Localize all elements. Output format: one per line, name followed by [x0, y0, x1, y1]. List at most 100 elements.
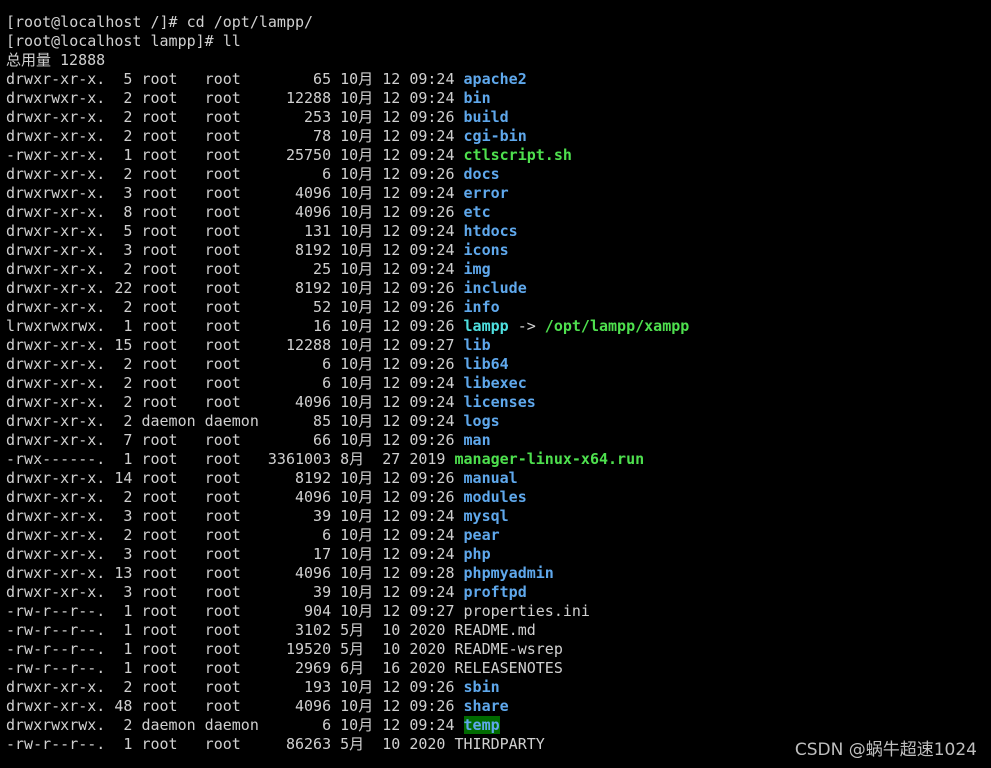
listing-row: drwxr-xr-x. 48 root root 4096 10月 12 09:… — [6, 697, 991, 716]
file-name: cgi-bin — [463, 127, 527, 145]
file-name: proftpd — [463, 583, 527, 601]
listing-row: -rw-r--r--. 1 root root 3102 5月 10 2020 … — [6, 621, 991, 640]
file-name: error — [463, 184, 509, 202]
listing-row: -rwx------. 1 root root 3361003 8月 27 20… — [6, 450, 991, 469]
file-meta: drwxr-xr-x. 3 root root 39 10月 12 09:24 — [6, 583, 464, 601]
file-name: properties.ini — [463, 602, 590, 620]
listing-row: -rw-r--r--. 1 root root 2969 6月 16 2020 … — [6, 659, 991, 678]
file-meta: drwxrwxr-x. 3 root root 4096 10月 12 09:2… — [6, 184, 464, 202]
file-name: mysql — [463, 507, 509, 525]
listing-row: drwxrwxrwx. 2 daemon daemon 6 10月 12 09:… — [6, 716, 991, 735]
file-meta: drwxr-xr-x. 8 root root 4096 10月 12 09:2… — [6, 203, 464, 221]
listing-row: drwxr-xr-x. 3 root root 8192 10月 12 09:2… — [6, 241, 991, 260]
listing-row: drwxr-xr-x. 2 root root 253 10月 12 09:26… — [6, 108, 991, 127]
file-name: icons — [463, 241, 509, 259]
file-name: etc — [463, 203, 491, 221]
file-meta: drwxr-xr-x. 2 root root 193 10月 12 09:26 — [6, 678, 464, 696]
file-name: RELEASENOTES — [454, 659, 563, 677]
file-name: bin — [463, 89, 491, 107]
listing-row: drwxr-xr-x. 7 root root 66 10月 12 09:26 … — [6, 431, 991, 450]
file-meta: -rwxr-xr-x. 1 root root 25750 10月 12 09:… — [6, 146, 464, 164]
file-name: lib — [463, 336, 491, 354]
file-name: sbin — [463, 678, 500, 696]
file-meta: -rwx------. 1 root root 3361003 8月 27 20… — [6, 450, 455, 468]
symlink-arrow: -> — [508, 317, 545, 335]
file-meta: drwxr-xr-x. 2 root root 25 10月 12 09:24 — [6, 260, 464, 278]
file-meta: drwxr-xr-x. 22 root root 8192 10月 12 09:… — [6, 279, 464, 297]
listing-row: -rwxr-xr-x. 1 root root 25750 10月 12 09:… — [6, 146, 991, 165]
listing-row: drwxr-xr-x. 2 root root 4096 10月 12 09:2… — [6, 393, 991, 412]
file-name: logs — [463, 412, 500, 430]
listing-row: drwxr-xr-x. 3 root root 39 10月 12 09:24 … — [6, 507, 991, 526]
file-name: man — [463, 431, 491, 449]
file-name: THIRDPARTY — [454, 735, 545, 753]
file-meta: drwxr-xr-x. 14 root root 8192 10月 12 09:… — [6, 469, 464, 487]
file-name: lampp — [463, 317, 509, 335]
file-name: temp — [463, 716, 500, 734]
file-meta: drwxrwxr-x. 2 root root 12288 10月 12 09:… — [6, 89, 464, 107]
file-meta: drwxr-xr-x. 2 root root 78 10月 12 09:24 — [6, 127, 464, 145]
listing-row: lrwxrwxrwx. 1 root root 16 10月 12 09:26 … — [6, 317, 991, 336]
file-meta: drwxr-xr-x. 5 root root 131 10月 12 09:24 — [6, 222, 464, 240]
file-name: build — [463, 108, 509, 126]
file-meta: drwxr-xr-x. 13 root root 4096 10月 12 09:… — [6, 564, 464, 582]
file-name: htdocs — [463, 222, 518, 240]
file-meta: -rw-r--r--. 1 root root 2969 6月 16 2020 — [6, 659, 455, 677]
directory-listing: drwxr-xr-x. 5 root root 65 10月 12 09:24 … — [6, 70, 991, 754]
file-meta: drwxr-xr-x. 5 root root 65 10月 12 09:24 — [6, 70, 464, 88]
listing-row: drwxr-xr-x. 3 root root 39 10月 12 09:24 … — [6, 583, 991, 602]
file-name: manual — [463, 469, 518, 487]
file-name: pear — [463, 526, 500, 544]
file-name: apache2 — [463, 70, 527, 88]
file-name: php — [463, 545, 491, 563]
watermark: CSDN @蜗牛超速1024 — [794, 740, 977, 760]
file-name: include — [463, 279, 527, 297]
file-meta: -rw-r--r--. 1 root root 19520 5月 10 2020 — [6, 640, 455, 658]
file-meta: drwxr-xr-x. 7 root root 66 10月 12 09:26 — [6, 431, 464, 449]
symlink-target: /opt/lampp/xampp — [544, 317, 690, 335]
file-meta: drwxr-xr-x. 2 root root 6 10月 12 09:26 — [6, 165, 464, 183]
listing-row: drwxr-xr-x. 15 root root 12288 10月 12 09… — [6, 336, 991, 355]
file-name: manager-linux-x64.run — [454, 450, 645, 468]
listing-row: drwxr-xr-x. 22 root root 8192 10月 12 09:… — [6, 279, 991, 298]
listing-row: -rw-r--r--. 1 root root 19520 5月 10 2020… — [6, 640, 991, 659]
listing-row: drwxr-xr-x. 2 root root 193 10月 12 09:26… — [6, 678, 991, 697]
listing-row: drwxr-xr-x. 2 root root 6 10月 12 09:24 l… — [6, 374, 991, 393]
file-meta: drwxr-xr-x. 2 root root 4096 10月 12 09:2… — [6, 488, 464, 506]
file-name: README.md — [454, 621, 536, 639]
file-meta: lrwxrwxrwx. 1 root root 16 10月 12 09:26 — [6, 317, 464, 335]
listing-row: drwxr-xr-x. 14 root root 8192 10月 12 09:… — [6, 469, 991, 488]
file-name: libexec — [463, 374, 527, 392]
file-meta: drwxr-xr-x. 2 root root 52 10月 12 09:26 — [6, 298, 464, 316]
file-meta: drwxr-xr-x. 2 root root 6 10月 12 09:26 — [6, 355, 464, 373]
file-name: img — [463, 260, 491, 278]
listing-row: drwxr-xr-x. 8 root root 4096 10月 12 09:2… — [6, 203, 991, 222]
listing-row: drwxrwxr-x. 2 root root 12288 10月 12 09:… — [6, 89, 991, 108]
file-name: phpmyadmin — [463, 564, 554, 582]
listing-row: drwxr-xr-x. 2 daemon daemon 85 10月 12 09… — [6, 412, 991, 431]
file-meta: drwxr-xr-x. 3 root root 8192 10月 12 09:2… — [6, 241, 464, 259]
file-name: lib64 — [463, 355, 509, 373]
file-meta: drwxr-xr-x. 2 daemon daemon 85 10月 12 09… — [6, 412, 464, 430]
listing-row: drwxr-xr-x. 5 root root 65 10月 12 09:24 … — [6, 70, 991, 89]
listing-row: drwxr-xr-x. 2 root root 6 10月 12 09:26 l… — [6, 355, 991, 374]
file-meta: -rw-r--r--. 1 root root 86263 5月 10 2020 — [6, 735, 455, 753]
listing-row: drwxr-xr-x. 2 root root 78 10月 12 09:24 … — [6, 127, 991, 146]
file-meta: -rw-r--r--. 1 root root 3102 5月 10 2020 — [6, 621, 455, 639]
file-meta: drwxr-xr-x. 2 root root 253 10月 12 09:26 — [6, 108, 464, 126]
prompt-line-cd: [root@localhost /]# cd /opt/lampp/ — [6, 13, 314, 31]
listing-row: drwxr-xr-x. 2 root root 25 10月 12 09:24 … — [6, 260, 991, 279]
file-name: share — [463, 697, 509, 715]
file-name: ctlscript.sh — [463, 146, 572, 164]
file-name: licenses — [463, 393, 536, 411]
listing-row: -rw-r--r--. 1 root root 904 10月 12 09:27… — [6, 602, 991, 621]
listing-row: drwxr-xr-x. 2 root root 52 10月 12 09:26 … — [6, 298, 991, 317]
listing-row: drwxr-xr-x. 2 root root 6 10月 12 09:26 d… — [6, 165, 991, 184]
prompt-line-ll: [root@localhost lampp]# ll — [6, 32, 241, 50]
file-meta: drwxrwxrwx. 2 daemon daemon 6 10月 12 09:… — [6, 716, 464, 734]
file-meta: drwxr-xr-x. 2 root root 4096 10月 12 09:2… — [6, 393, 464, 411]
file-meta: drwxr-xr-x. 3 root root 17 10月 12 09:24 — [6, 545, 464, 563]
listing-row: drwxr-xr-x. 2 root root 4096 10月 12 09:2… — [6, 488, 991, 507]
file-meta: drwxr-xr-x. 48 root root 4096 10月 12 09:… — [6, 697, 464, 715]
file-meta: drwxr-xr-x. 3 root root 39 10月 12 09:24 — [6, 507, 464, 525]
